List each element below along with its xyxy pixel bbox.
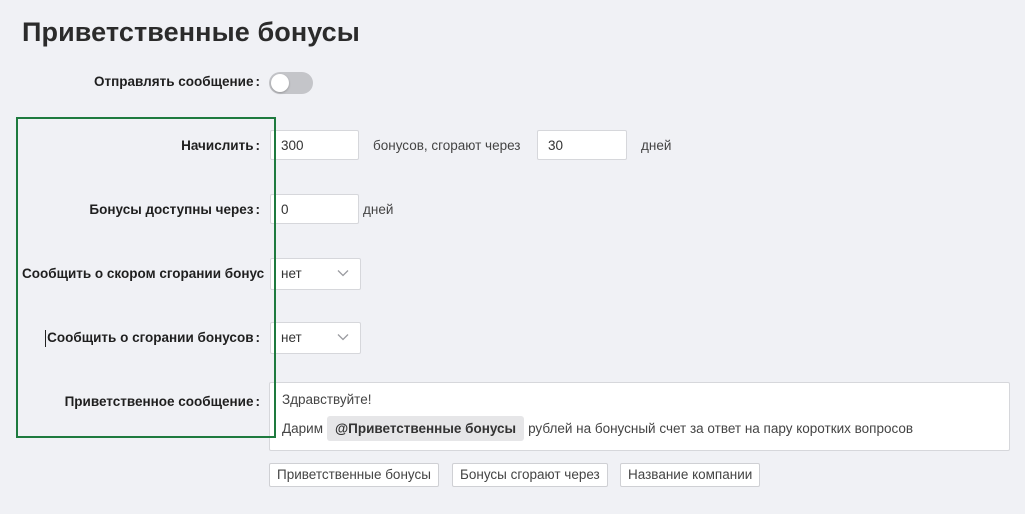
expire-days-unit: дней: [641, 138, 672, 153]
accrue-middle-text: бонусов, сгорают через: [373, 138, 521, 153]
accrue-amount-input[interactable]: [270, 130, 359, 160]
message-line-1: Здравствуйте!: [282, 392, 372, 407]
insert-welcome-bonus-variable-button[interactable]: Приветственные бонусы: [269, 463, 439, 487]
welcome-message-editor[interactable]: Здравствуйте! Дарим @Приветственные бону…: [269, 382, 1010, 451]
variable-tag-chip[interactable]: @Приветственные бонусы: [326, 416, 525, 441]
notify-soon-expire-value: нет: [281, 266, 302, 281]
send-message-toggle[interactable]: [269, 72, 313, 94]
notify-expired-value: нет: [281, 330, 302, 345]
insert-expire-days-variable-button[interactable]: Бонусы сгорают через: [452, 463, 608, 487]
notify-soon-expire-label: Сообщить о скором сгорании бонус: [22, 266, 265, 281]
message-line-2: Дарим @Приветственные бонусы рублей на б…: [282, 416, 913, 441]
chevron-down-icon: [337, 270, 349, 277]
available-after-input[interactable]: [270, 194, 359, 224]
welcome-message-label: Приветственное сообщение:: [64, 394, 260, 409]
message-prefix: Дарим: [282, 421, 323, 436]
available-after-unit: дней: [363, 202, 394, 217]
notify-soon-expire-select[interactable]: нет: [270, 258, 361, 290]
message-suffix: рублей на бонусный счет за ответ на пару…: [528, 421, 914, 436]
expire-days-input[interactable]: [537, 130, 627, 160]
notify-expired-select[interactable]: нет: [270, 322, 361, 354]
insert-company-name-variable-button[interactable]: Название компании: [620, 463, 761, 487]
chevron-down-icon: [337, 334, 349, 341]
send-message-label: Отправлять сообщение:: [94, 74, 260, 89]
toggle-knob: [271, 74, 289, 92]
available-after-label: Бонусы доступны через:: [89, 202, 260, 217]
page-title: Приветственные бонусы: [22, 17, 360, 47]
accrue-label: Начислить:: [181, 138, 260, 153]
notify-expired-label: Сообщить о сгорании бонусов:: [47, 330, 260, 345]
